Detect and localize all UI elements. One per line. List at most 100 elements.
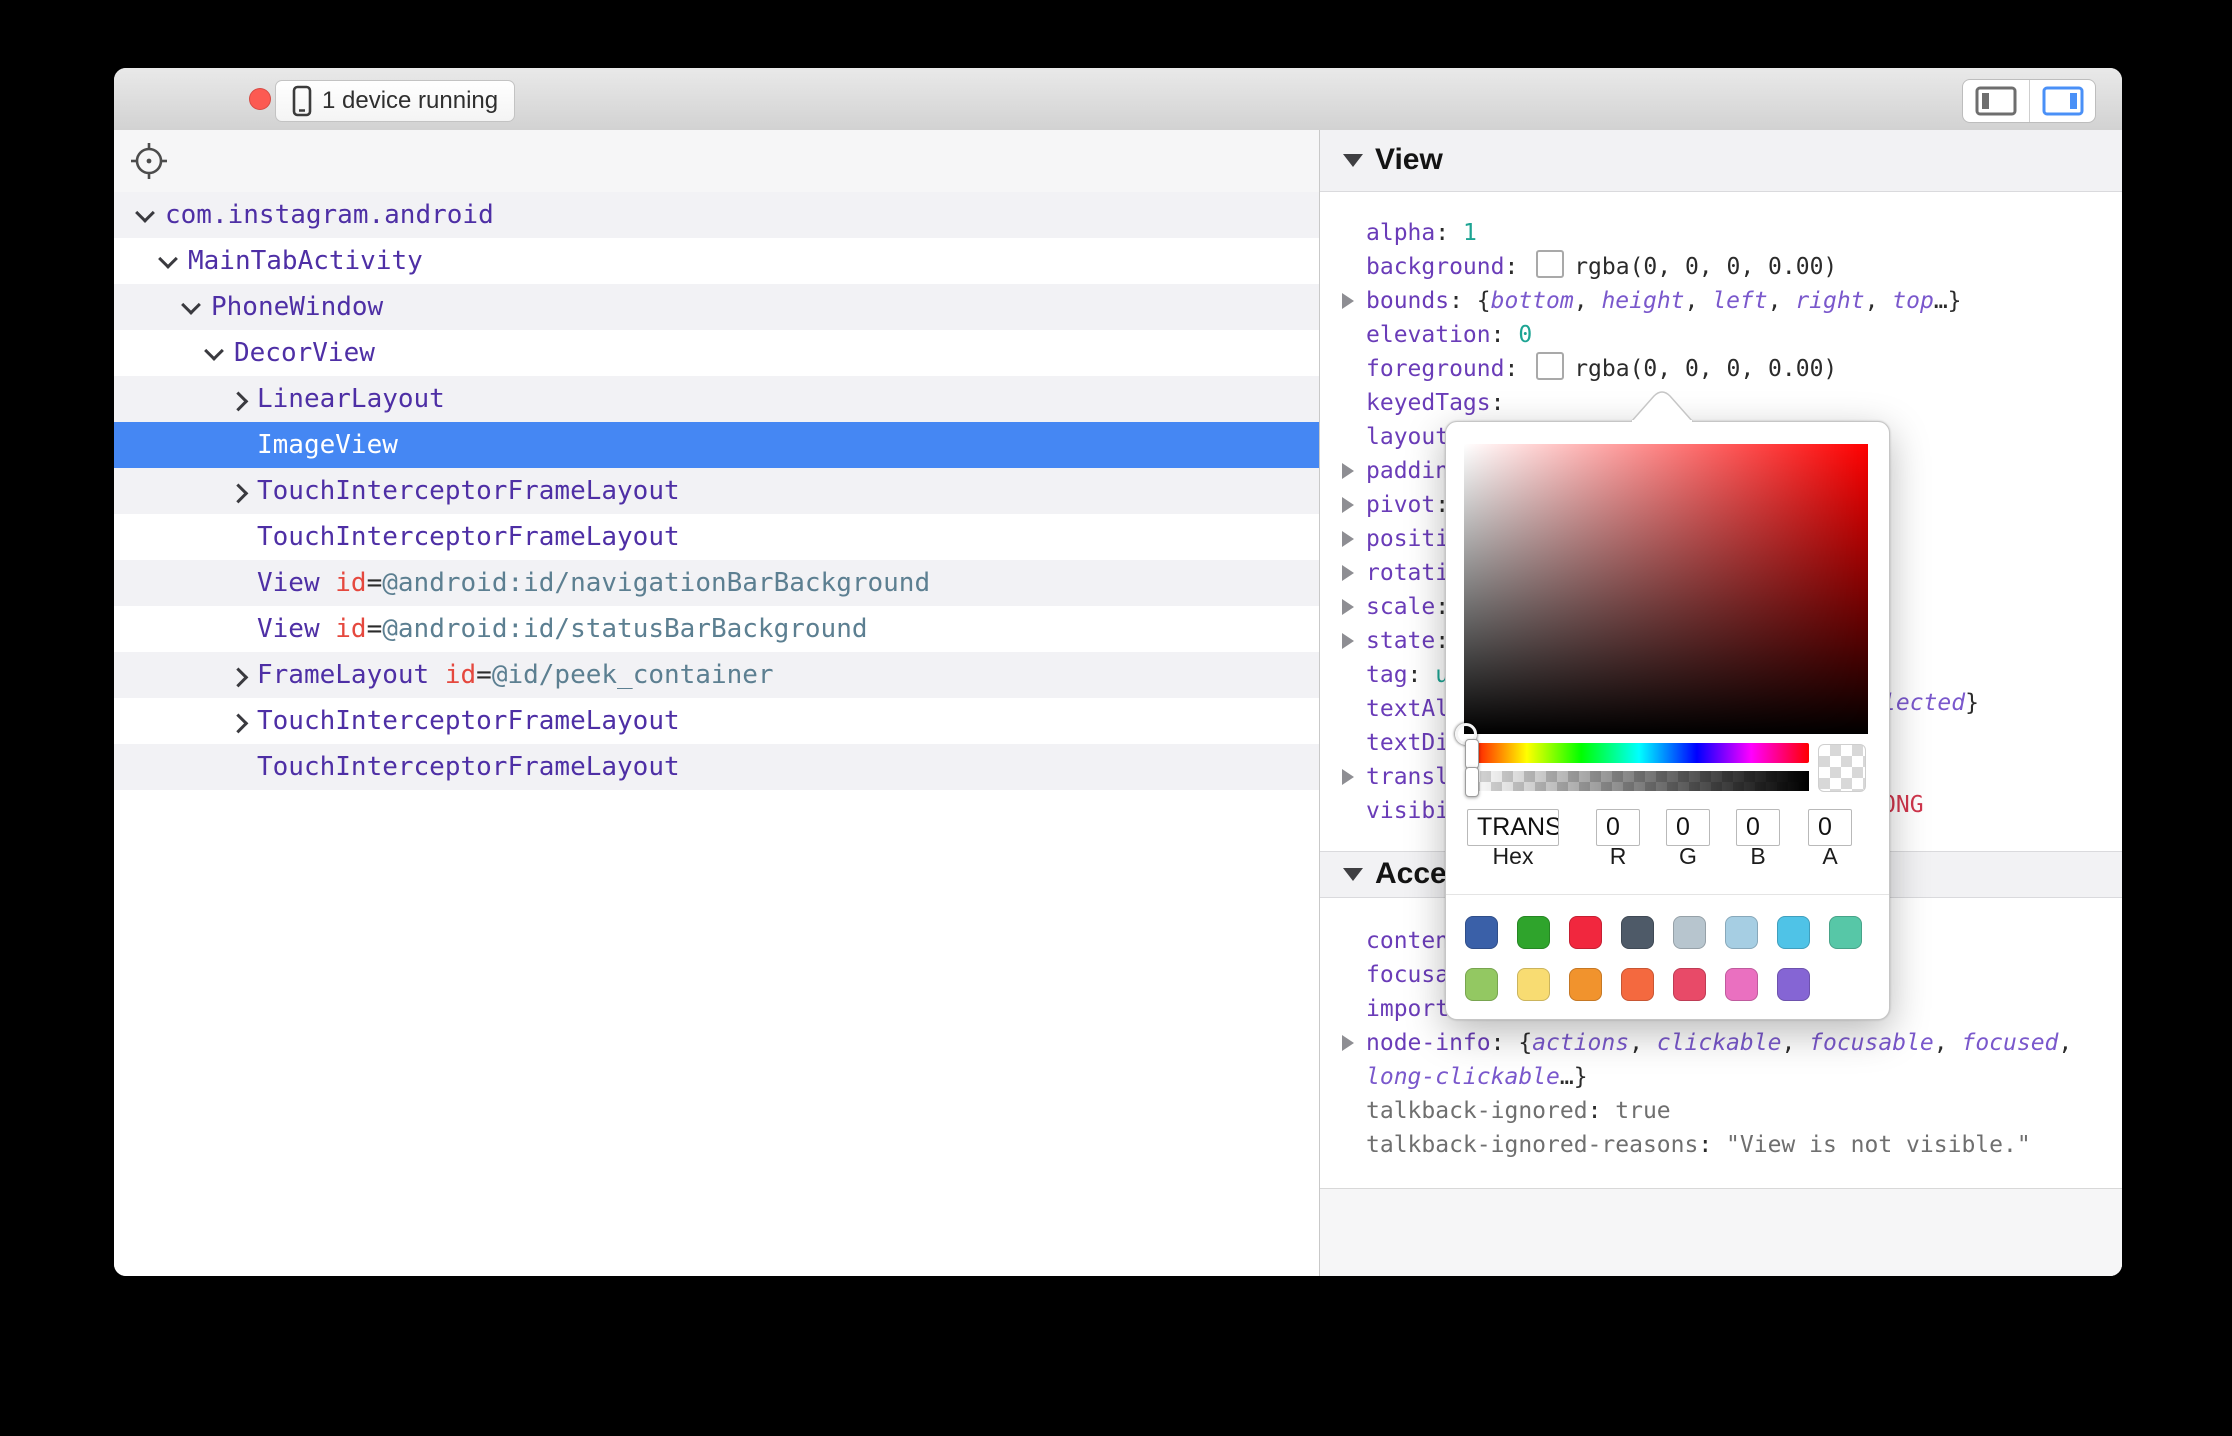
value-segment: : <box>1698 1132 1726 1158</box>
color-value-checkbox[interactable] <box>1536 250 1564 278</box>
truncated-value-fragment: lected} <box>1882 686 1979 720</box>
target-mode-button[interactable] <box>128 140 170 182</box>
chevron-down-icon[interactable] <box>204 341 224 361</box>
value-segment: 0 <box>1518 322 1532 348</box>
value-segment: true <box>1615 1098 1670 1124</box>
expand-triangle-icon[interactable] <box>1342 463 1354 479</box>
color-preview-swatch <box>1818 744 1866 792</box>
tree-row-imageview[interactable]: ImageView <box>114 422 1319 468</box>
toggle-left-panel-button[interactable] <box>1963 80 2029 122</box>
expand-triangle-icon[interactable] <box>1342 769 1354 785</box>
toggle-right-panel-button[interactable] <box>2029 80 2095 122</box>
value-segment: : <box>1504 254 1532 280</box>
chevron-down-icon[interactable] <box>158 249 178 269</box>
chevron-right-icon[interactable] <box>229 668 249 688</box>
collapse-triangle-icon[interactable] <box>1343 868 1363 881</box>
section-header-view[interactable]: View <box>1320 130 2122 192</box>
value-segment: focusa <box>1366 962 1449 988</box>
tree-row-linearlayout[interactable]: LinearLayout <box>114 376 1319 422</box>
tree-row-touchinterceptorframelayout[interactable]: TouchInterceptorFrameLayout <box>114 514 1319 560</box>
preset-color-swatch[interactable] <box>1569 968 1602 1001</box>
preset-color-swatch[interactable] <box>1621 916 1654 949</box>
chevron-right-icon[interactable] <box>229 484 249 504</box>
tree-row-decorview[interactable]: DecorView <box>114 330 1319 376</box>
expand-triangle-icon[interactable] <box>1342 293 1354 309</box>
chevron-down-icon[interactable] <box>181 295 201 315</box>
chevron-down-icon[interactable] <box>135 203 155 223</box>
preset-color-swatch[interactable] <box>1829 916 1862 949</box>
panel-left-icon <box>1975 86 2017 116</box>
expand-triangle-icon[interactable] <box>1342 599 1354 615</box>
property-row-alpha: alpha: 1 <box>1320 216 2110 250</box>
value-segment: visibi <box>1366 798 1449 824</box>
value-segment: , <box>1865 288 1893 314</box>
chevron-right-icon[interactable] <box>229 714 249 734</box>
alpha-input[interactable] <box>1808 809 1852 846</box>
red-input[interactable] <box>1596 809 1640 846</box>
tree-row-com.instagram.android[interactable]: com.instagram.android <box>114 192 1319 238</box>
alpha-slider-handle[interactable] <box>1465 767 1479 797</box>
preset-color-swatch[interactable] <box>1621 968 1654 1001</box>
preset-color-swatch[interactable] <box>1465 916 1498 949</box>
expand-triangle-icon[interactable] <box>1342 497 1354 513</box>
preset-color-swatch[interactable] <box>1465 968 1498 1001</box>
tree-row-touchinterceptorframelayout[interactable]: TouchInterceptorFrameLayout <box>114 468 1319 514</box>
value-segment: talkback-ignored <box>1366 1098 1588 1124</box>
expand-triangle-icon[interactable] <box>1342 633 1354 649</box>
device-running-button[interactable]: 1 device running <box>275 80 515 122</box>
collapse-triangle-icon[interactable] <box>1343 154 1363 167</box>
tree-row-view[interactable]: View id=@android:id/navigationBarBackgro… <box>114 560 1319 606</box>
chevron-right-icon[interactable] <box>229 392 249 412</box>
alpha-slider[interactable] <box>1469 771 1809 791</box>
blue-input[interactable] <box>1736 809 1780 846</box>
property-row-background: background: rgba(0, 0, 0, 0.00) <box>1320 250 2110 284</box>
value-segment: : <box>1435 220 1463 246</box>
tree-row-maintabactivity[interactable]: MainTabActivity <box>114 238 1319 284</box>
view-hierarchy-tree: com.instagram.androidMainTabActivityPhon… <box>114 192 1319 790</box>
value-segment: rotati <box>1366 560 1449 586</box>
tree-row-framelayout[interactable]: FrameLayout id=@id/peek_container <box>114 652 1319 698</box>
tree-row-touchinterceptorframelayout[interactable]: TouchInterceptorFrameLayout <box>114 698 1319 744</box>
value-segment: textDi <box>1366 730 1449 756</box>
preset-color-swatch[interactable] <box>1725 916 1758 949</box>
tree-row-phonewindow[interactable]: PhoneWindow <box>114 284 1319 330</box>
preset-color-swatch[interactable] <box>1517 968 1550 1001</box>
tree-node-label: com.instagram.android <box>165 192 494 238</box>
tree-node-label: View id=@android:id/statusBarBackground <box>257 606 868 652</box>
hex-input[interactable] <box>1467 809 1559 846</box>
property-row-bounds[interactable]: bounds: {bottom, height, left, right, to… <box>1320 284 2110 318</box>
tree-node-label: MainTabActivity <box>188 238 423 284</box>
preset-color-swatch[interactable] <box>1673 916 1706 949</box>
close-button[interactable] <box>249 88 271 110</box>
value-segment: "View is not visible." <box>1726 1132 2031 1158</box>
expand-triangle-icon[interactable] <box>1342 531 1354 547</box>
property-row-node-info[interactable]: node-info: {actions, clickable, focusabl… <box>1320 1026 2110 1094</box>
preset-color-swatch[interactable] <box>1777 916 1810 949</box>
tree-node-label: DecorView <box>234 330 375 376</box>
value-segment: focused <box>1961 1030 2058 1056</box>
saturation-value-area[interactable] <box>1464 444 1868 734</box>
preset-color-swatch[interactable] <box>1517 916 1550 949</box>
screen: 1 device running <box>0 0 2232 1436</box>
hue-slider-handle[interactable] <box>1465 739 1479 769</box>
expand-triangle-icon[interactable] <box>1342 565 1354 581</box>
value-segment: : <box>1491 390 1505 416</box>
hue-slider[interactable] <box>1469 743 1809 763</box>
alpha-label: A <box>1800 843 1860 870</box>
value-segment: left <box>1712 288 1767 314</box>
tree-node-label: TouchInterceptorFrameLayout <box>257 468 680 514</box>
red-label: R <box>1588 843 1648 870</box>
tree-row-touchinterceptorframelayout[interactable]: TouchInterceptorFrameLayout <box>114 744 1319 790</box>
preset-color-swatch[interactable] <box>1725 968 1758 1001</box>
color-value-checkbox[interactable] <box>1536 352 1564 380</box>
value-segment: : <box>1504 356 1532 382</box>
value-segment: : { <box>1491 1030 1533 1056</box>
value-segment: , <box>1768 288 1796 314</box>
preset-color-swatch[interactable] <box>1569 916 1602 949</box>
green-input[interactable] <box>1666 809 1710 846</box>
preset-color-swatch[interactable] <box>1673 968 1706 1001</box>
preset-color-swatch[interactable] <box>1777 968 1810 1001</box>
tree-node-label: View id=@android:id/navigationBarBackgro… <box>257 560 930 606</box>
expand-triangle-icon[interactable] <box>1342 1035 1354 1051</box>
tree-row-view[interactable]: View id=@android:id/statusBarBackground <box>114 606 1319 652</box>
